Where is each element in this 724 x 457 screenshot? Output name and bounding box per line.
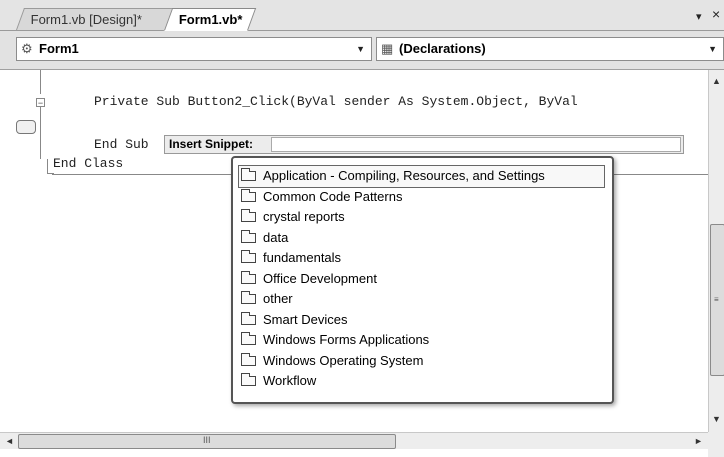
snippet-category-label: other — [263, 291, 293, 306]
chevron-down-icon[interactable]: ▾ — [696, 10, 702, 23]
code-editor[interactable]: − Private Sub Button2_Click(ByVal sender… — [0, 70, 708, 432]
insert-snippet-input[interactable] — [271, 137, 681, 152]
snippet-category-label: Workflow — [263, 373, 317, 388]
code-line: Private Sub Button2_Click(ByVal sender A… — [94, 94, 578, 109]
folder-icon — [241, 188, 256, 202]
outline-line — [40, 107, 41, 159]
scroll-left-icon[interactable]: ◄ — [5, 436, 14, 446]
snippet-category-label: Smart Devices — [263, 311, 348, 327]
folder-icon — [241, 291, 256, 304]
snippet-category-item[interactable]: Smart Devices — [233, 310, 612, 331]
snippet-category-item[interactable]: Windows Operating System — [233, 351, 612, 372]
snippet-category-item[interactable]: Windows Forms Applications — [233, 330, 612, 351]
editor-bottom — [0, 449, 708, 457]
folder-icon — [241, 250, 256, 263]
snippet-category-label: Windows Operating System — [263, 352, 424, 368]
snippet-category-label: data — [263, 229, 289, 245]
scroll-up-icon[interactable]: ▲ — [712, 76, 721, 86]
folder-icon — [241, 270, 256, 284]
folder-icon — [241, 352, 256, 366]
class-icon: ⚙ — [21, 41, 33, 56]
chevron-down-icon[interactable]: ▼ — [708, 38, 717, 60]
scroll-down-icon[interactable]: ▼ — [712, 414, 721, 424]
document-tab-strip: Form1.vb [Design]* Form1.vb* ▾ × — [0, 0, 724, 31]
snippet-category-item[interactable]: Office Development — [233, 269, 612, 290]
class-name-value: Form1 — [39, 41, 79, 56]
folder-icon — [241, 168, 256, 181]
method-name-value: (Declarations) — [399, 41, 486, 56]
outline-line — [40, 70, 41, 94]
folder-icon — [241, 209, 256, 222]
snippet-category-label: Application - Compiling, Resources, and … — [263, 168, 545, 183]
snippet-category-item[interactable]: Common Code Patterns — [233, 187, 612, 208]
snippet-category-item[interactable]: other — [233, 289, 612, 310]
insert-snippet-bar: Insert Snippet: — [164, 135, 684, 154]
grip-icon: III — [203, 435, 211, 445]
folder-icon — [241, 229, 256, 243]
vertical-scrollbar[interactable]: ▲ ≡ ▼ — [708, 70, 724, 432]
tab-form1-vb[interactable]: Form1.vb* — [163, 8, 257, 31]
snippet-category-label: fundamentals — [263, 250, 342, 265]
code-line: End Sub — [94, 137, 149, 152]
tab-form1-design[interactable]: Form1.vb [Design]* — [15, 8, 177, 30]
collapse-icon[interactable]: − — [36, 98, 45, 108]
scrollbar-corner — [708, 432, 724, 457]
snippet-category-list: Application - Compiling, Resources, and … — [231, 156, 614, 404]
snippet-category-item[interactable]: data — [233, 228, 612, 249]
snippet-category-label: crystal reports — [263, 209, 345, 224]
code-line: End Class — [53, 156, 124, 171]
snippet-category-label: Windows Forms Applications — [263, 332, 430, 347]
snippet-category-item[interactable]: crystal reports — [233, 207, 612, 228]
method-name-combo[interactable]: ▦ (Declarations) ▼ — [376, 37, 724, 61]
vertical-scroll-thumb[interactable]: ≡ — [710, 224, 724, 376]
code-navigation-bar: ⚙ Form1 ▼ ▦ (Declarations) ▼ — [0, 31, 724, 70]
grip-icon: ≡ — [714, 295, 719, 304]
bookmark-icon — [16, 120, 36, 134]
folder-icon — [241, 373, 256, 386]
declarations-icon: ▦ — [381, 41, 394, 56]
folder-icon — [241, 311, 256, 325]
insert-snippet-label: Insert Snippet: — [169, 137, 254, 151]
class-name-combo[interactable]: ⚙ Form1 ▼ — [16, 37, 372, 61]
snippet-category-item[interactable]: fundamentals — [233, 248, 612, 269]
close-icon[interactable]: × — [712, 6, 720, 22]
snippet-category-item[interactable]: Workflow — [233, 371, 612, 392]
folder-icon — [241, 332, 256, 345]
tab-label: Form1.vb* — [178, 12, 243, 27]
snippet-category-label: Office Development — [263, 270, 377, 286]
horizontal-scrollbar[interactable]: ◄ III ► — [0, 432, 708, 450]
chevron-down-icon[interactable]: ▼ — [356, 38, 365, 60]
horizontal-scroll-thumb[interactable]: III — [18, 434, 396, 449]
snippet-category-label: Common Code Patterns — [263, 188, 403, 204]
scroll-right-icon[interactable]: ► — [694, 436, 703, 446]
tab-label: Form1.vb [Design]* — [30, 12, 142, 27]
snippet-category-item[interactable]: Application - Compiling, Resources, and … — [238, 165, 605, 188]
